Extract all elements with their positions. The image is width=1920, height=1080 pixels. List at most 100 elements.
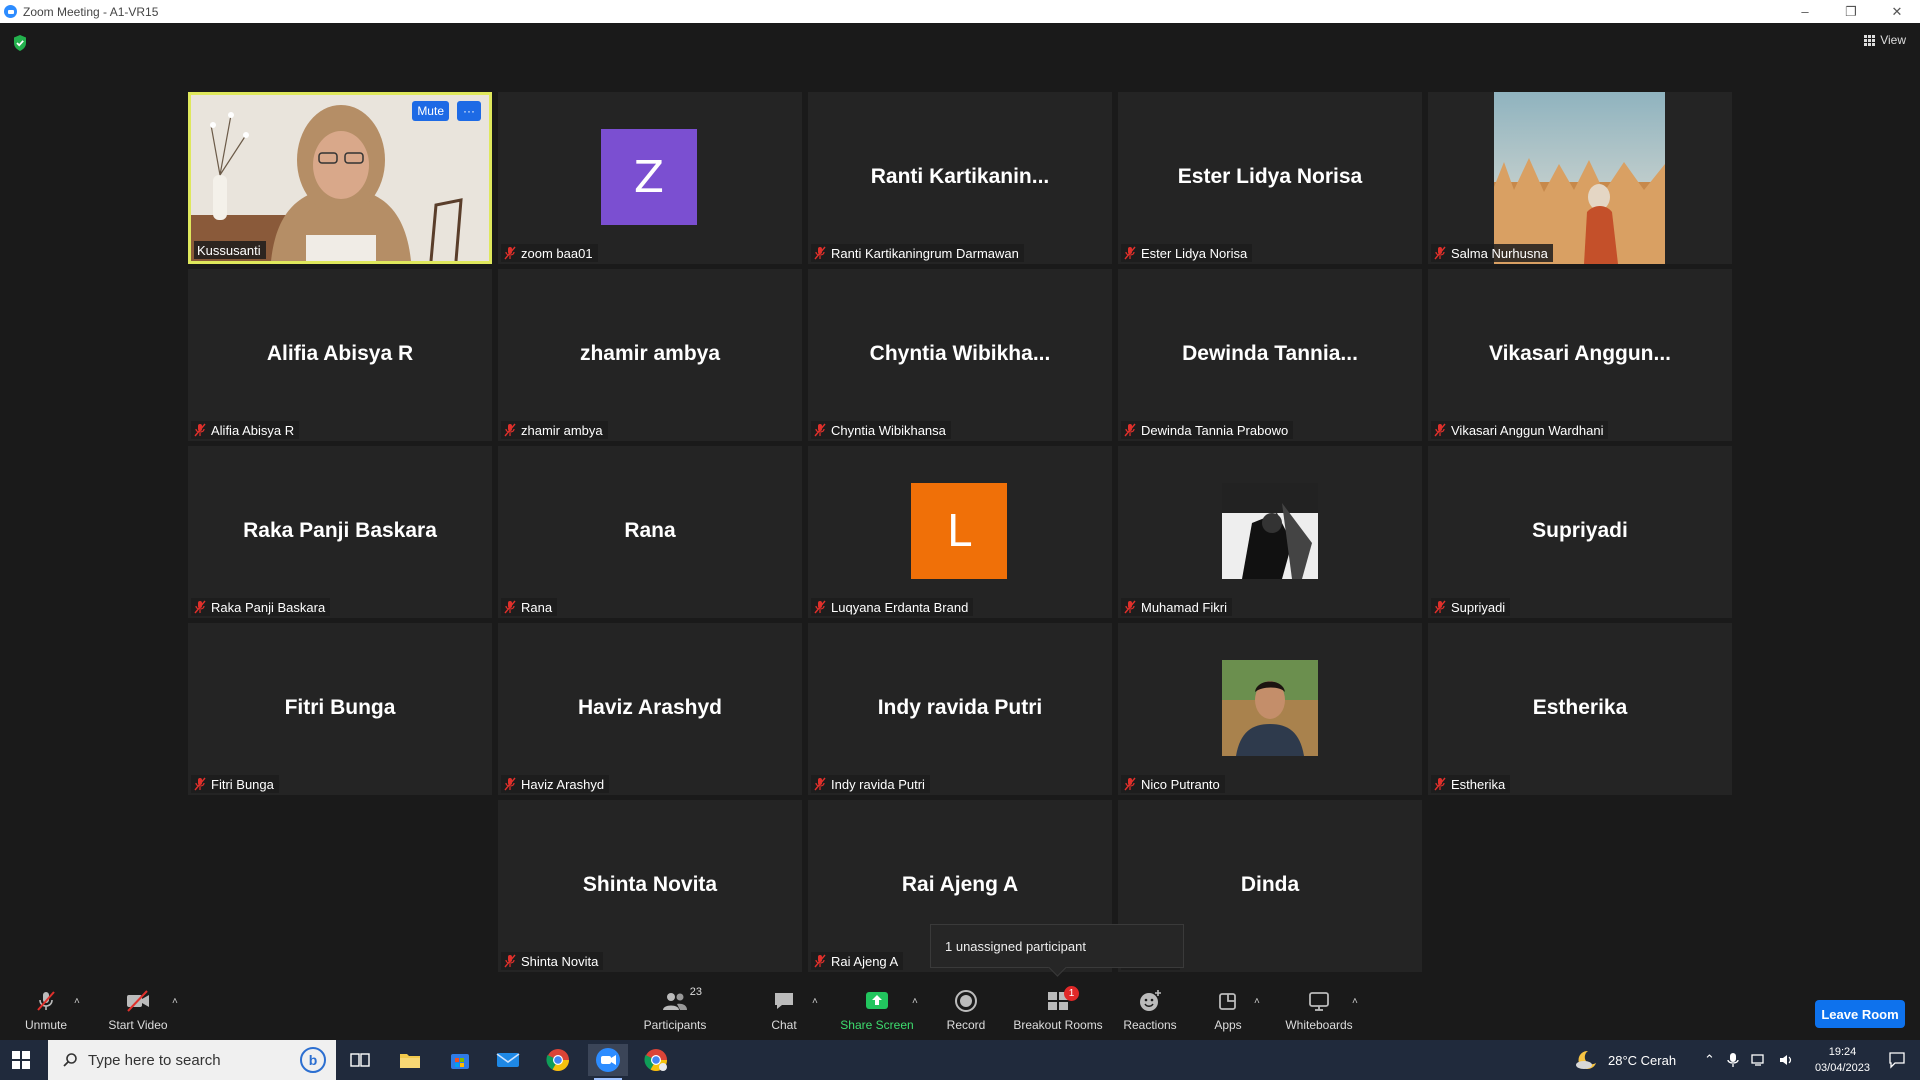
more-options-icon[interactable]: ··· (457, 101, 481, 121)
restore-button[interactable]: ❐ (1828, 0, 1874, 23)
breakout-rooms-button[interactable]: 1 Breakout Rooms (1013, 980, 1103, 1040)
participant-tile[interactable]: Raka Panji Baskara Raka Panji Baskara (188, 446, 492, 618)
bing-icon[interactable]: b (300, 1047, 326, 1073)
unmute-button[interactable]: Unmute (18, 980, 74, 1040)
chrome-profile-icon[interactable] (636, 1044, 676, 1076)
participant-display-name: Fitri Bunga (284, 696, 396, 719)
participant-tile[interactable]: Estherika Estherika (1428, 623, 1732, 795)
participant-name-label: Rana (501, 598, 558, 616)
participant-name: Shinta Novita (521, 953, 599, 969)
participant-name: zoom baa01 (521, 245, 593, 261)
taskbar-clock[interactable]: 19:24 03/04/2023 (1815, 1044, 1870, 1076)
participant-name-label: Ester Lidya Norisa (1121, 244, 1253, 262)
leave-room-button[interactable]: Leave Room (1815, 1000, 1905, 1028)
participant-tile[interactable]: zhamir ambya zhamir ambya (498, 269, 802, 441)
participant-tile[interactable]: Salma Nurhusna (1428, 92, 1732, 264)
participant-tile[interactable]: Ranti Kartikanin... Ranti Kartikaningrum … (808, 92, 1112, 264)
mic-muted-icon (194, 600, 206, 614)
participant-tile[interactable]: Nico Putranto (1118, 623, 1422, 795)
windows-start-icon[interactable] (12, 1051, 30, 1069)
view-button[interactable]: View (1864, 33, 1906, 47)
zoom-taskbar-icon[interactable] (588, 1044, 628, 1080)
network-icon[interactable] (1751, 1053, 1767, 1067)
chat-options-caret[interactable]: ˄ (812, 996, 818, 1007)
apps-button[interactable]: Apps (1208, 980, 1248, 1040)
mic-muted-icon (1434, 246, 1446, 260)
participant-display-name: Ester Lidya Norisa (1177, 165, 1363, 188)
chat-label: Chat (771, 1018, 797, 1032)
tray-microphone-icon[interactable] (1727, 1052, 1739, 1068)
participant-name-label: zoom baa01 (501, 244, 598, 262)
mic-muted-icon (504, 246, 516, 260)
participant-tile[interactable]: Alifia Abisya R Alifia Abisya R (188, 269, 492, 441)
breakout-rooms-label: Breakout Rooms (1013, 1018, 1103, 1032)
start-video-button[interactable]: Start Video (106, 980, 170, 1040)
participant-tile[interactable]: Supriyadi Supriyadi (1428, 446, 1732, 618)
mic-muted-icon (194, 423, 206, 437)
participant-tile[interactable]: Mute ··· Kussusanti (188, 92, 492, 264)
share-options-caret[interactable]: ˄ (912, 996, 918, 1007)
close-button[interactable]: ✕ (1874, 0, 1920, 23)
weather-widget[interactable]: 28°C Cerah (1574, 1040, 1676, 1080)
task-view-icon[interactable] (340, 1044, 380, 1076)
breakout-rooms-badge: 1 (1064, 986, 1079, 1001)
taskbar-search-box[interactable]: Type here to search b (48, 1040, 336, 1080)
participant-tile[interactable]: Chyntia Wibikha... Chyntia Wibikhansa (808, 269, 1112, 441)
participant-name-label: Ranti Kartikaningrum Darmawan (811, 244, 1024, 262)
search-icon (63, 1053, 77, 1067)
participants-button[interactable]: 23 Participants (640, 980, 710, 1040)
start-video-label: Start Video (108, 1018, 168, 1032)
whiteboards-button[interactable]: Whiteboards (1282, 980, 1356, 1040)
video-options-caret[interactable]: ˄ (172, 996, 178, 1007)
participant-profile-photo (1222, 483, 1318, 579)
participant-tile[interactable]: Vikasari Anggun... Vikasari Anggun Wardha… (1428, 269, 1732, 441)
volume-icon[interactable] (1779, 1053, 1795, 1067)
participant-tile[interactable]: Dewinda Tannia... Dewinda Tannia Prabowo (1118, 269, 1422, 441)
participant-display-name: Vikasari Anggun... (1488, 342, 1672, 365)
tray-overflow-chevron-icon[interactable]: ⌃ (1704, 1052, 1715, 1068)
participants-label: Participants (643, 1018, 707, 1032)
audio-options-caret[interactable]: ˄ (74, 996, 80, 1007)
apps-options-caret[interactable]: ˄ (1254, 996, 1260, 1007)
reactions-button[interactable]: Reactions (1122, 980, 1178, 1040)
participant-name: Rai Ajeng A (831, 953, 899, 969)
participant-tile[interactable]: Indy ravida Putri Indy ravida Putri (808, 623, 1112, 795)
microsoft-store-icon[interactable] (440, 1044, 480, 1076)
minimize-button[interactable]: – (1782, 0, 1828, 23)
mail-icon[interactable] (488, 1044, 528, 1076)
participant-tile[interactable]: Shinta Novita Shinta Novita (498, 800, 802, 972)
whiteboards-options-caret[interactable]: ˄ (1352, 996, 1358, 1007)
mic-muted-icon (1124, 423, 1136, 437)
window-title-bar: Zoom Meeting - A1-VR15 – ❐ ✕ (0, 0, 1920, 23)
mic-muted-icon (504, 600, 516, 614)
participant-profile-photo (1494, 92, 1665, 264)
participant-tile[interactable]: Rana Rana (498, 446, 802, 618)
participant-display-name: Estherika (1532, 696, 1628, 719)
window-title: Zoom Meeting - A1-VR15 (23, 4, 159, 19)
chat-button[interactable]: Chat (764, 980, 804, 1040)
participant-name: Muhamad Fikri (1141, 599, 1227, 615)
participant-tile[interactable]: Fitri Bunga Fitri Bunga (188, 623, 492, 795)
participant-tile[interactable]: L Luqyana Erdanta Brand (808, 446, 1112, 618)
participant-tile[interactable]: Ester Lidya Norisa Ester Lidya Norisa (1118, 92, 1422, 264)
participant-name-label: Kussusanti (194, 241, 266, 259)
participants-icon (663, 993, 687, 1010)
notifications-icon[interactable] (1888, 1051, 1906, 1069)
participant-name: Supriyadi (1451, 599, 1506, 615)
share-screen-button[interactable]: Share Screen (840, 980, 914, 1040)
participant-name: Ranti Kartikaningrum Darmawan (831, 245, 1019, 261)
participant-tile[interactable]: Haviz Arashyd Haviz Arashyd (498, 623, 802, 795)
participant-name-label: Alifia Abisya R (191, 421, 300, 439)
participant-name-label: Estherika (1431, 775, 1511, 793)
mute-participant-button[interactable]: Mute (412, 101, 449, 121)
record-button[interactable]: Record (944, 980, 988, 1040)
chrome-icon[interactable] (538, 1044, 578, 1076)
reactions-label: Reactions (1123, 1018, 1177, 1032)
participant-tile[interactable]: Zzoom baa01 (498, 92, 802, 264)
file-explorer-icon[interactable] (390, 1044, 430, 1076)
meeting-toolbar: Unmute ˄ Start Video ˄ 23 Participants C… (0, 980, 1920, 1040)
participant-name: Luqyana Erdanta Brand (831, 599, 969, 615)
participant-tile[interactable]: Muhamad Fikri (1118, 446, 1422, 618)
security-shield-icon[interactable] (12, 34, 28, 52)
participant-name-label: Vikasari Anggun Wardhani (1431, 421, 1609, 439)
